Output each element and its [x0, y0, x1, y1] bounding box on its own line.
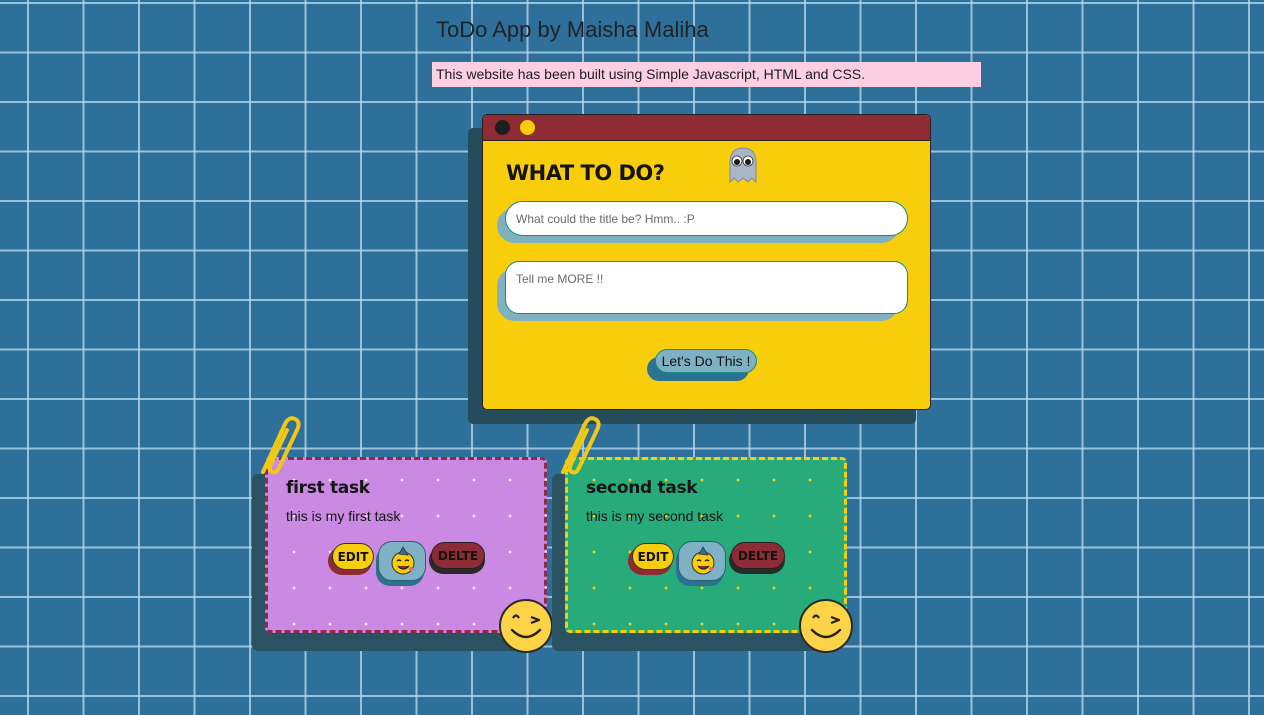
window-titlebar: [483, 115, 930, 141]
paperclip-icon: [261, 416, 301, 475]
task-title: second task: [586, 478, 698, 498]
task-description: this is my first task: [286, 508, 401, 524]
paperclip-icon: [561, 416, 601, 475]
window-dot-black: [495, 120, 510, 135]
title-input[interactable]: [505, 201, 908, 236]
info-banner: This website has been built using Simple…: [432, 62, 981, 87]
edit-button[interactable]: EDIT: [632, 543, 674, 570]
app-title: ToDo App by Maisha Maliha: [436, 17, 709, 42]
title-field-wrap: [497, 201, 909, 245]
submit-button[interactable]: Let's Do This !: [655, 349, 757, 373]
party-face-icon: [391, 546, 415, 575]
party-face-icon: [691, 546, 715, 575]
task-description: this is my second task: [586, 508, 723, 524]
winking-face-icon: [799, 599, 853, 653]
delete-button[interactable]: DELTE: [431, 542, 485, 569]
winking-face-icon: [499, 599, 553, 653]
form-heading: WHAT TO DO?: [506, 161, 665, 185]
edit-button[interactable]: EDIT: [332, 543, 374, 570]
delete-button[interactable]: DELTE: [731, 542, 785, 569]
description-field-wrap: [497, 261, 909, 323]
ghost-icon: [729, 147, 757, 184]
task-actions: EDIT DELTE: [328, 541, 488, 589]
submit-wrap: Let's Do This !: [647, 349, 767, 383]
description-input[interactable]: [505, 261, 908, 314]
complete-emoji-button[interactable]: [678, 541, 726, 581]
complete-emoji-button[interactable]: [378, 541, 426, 581]
task-title: first task: [286, 478, 370, 498]
window-dot-yellow: [520, 120, 535, 135]
form-window: WHAT TO DO? Let's Do This !: [482, 114, 931, 410]
task-actions: EDIT DELTE: [628, 541, 788, 589]
